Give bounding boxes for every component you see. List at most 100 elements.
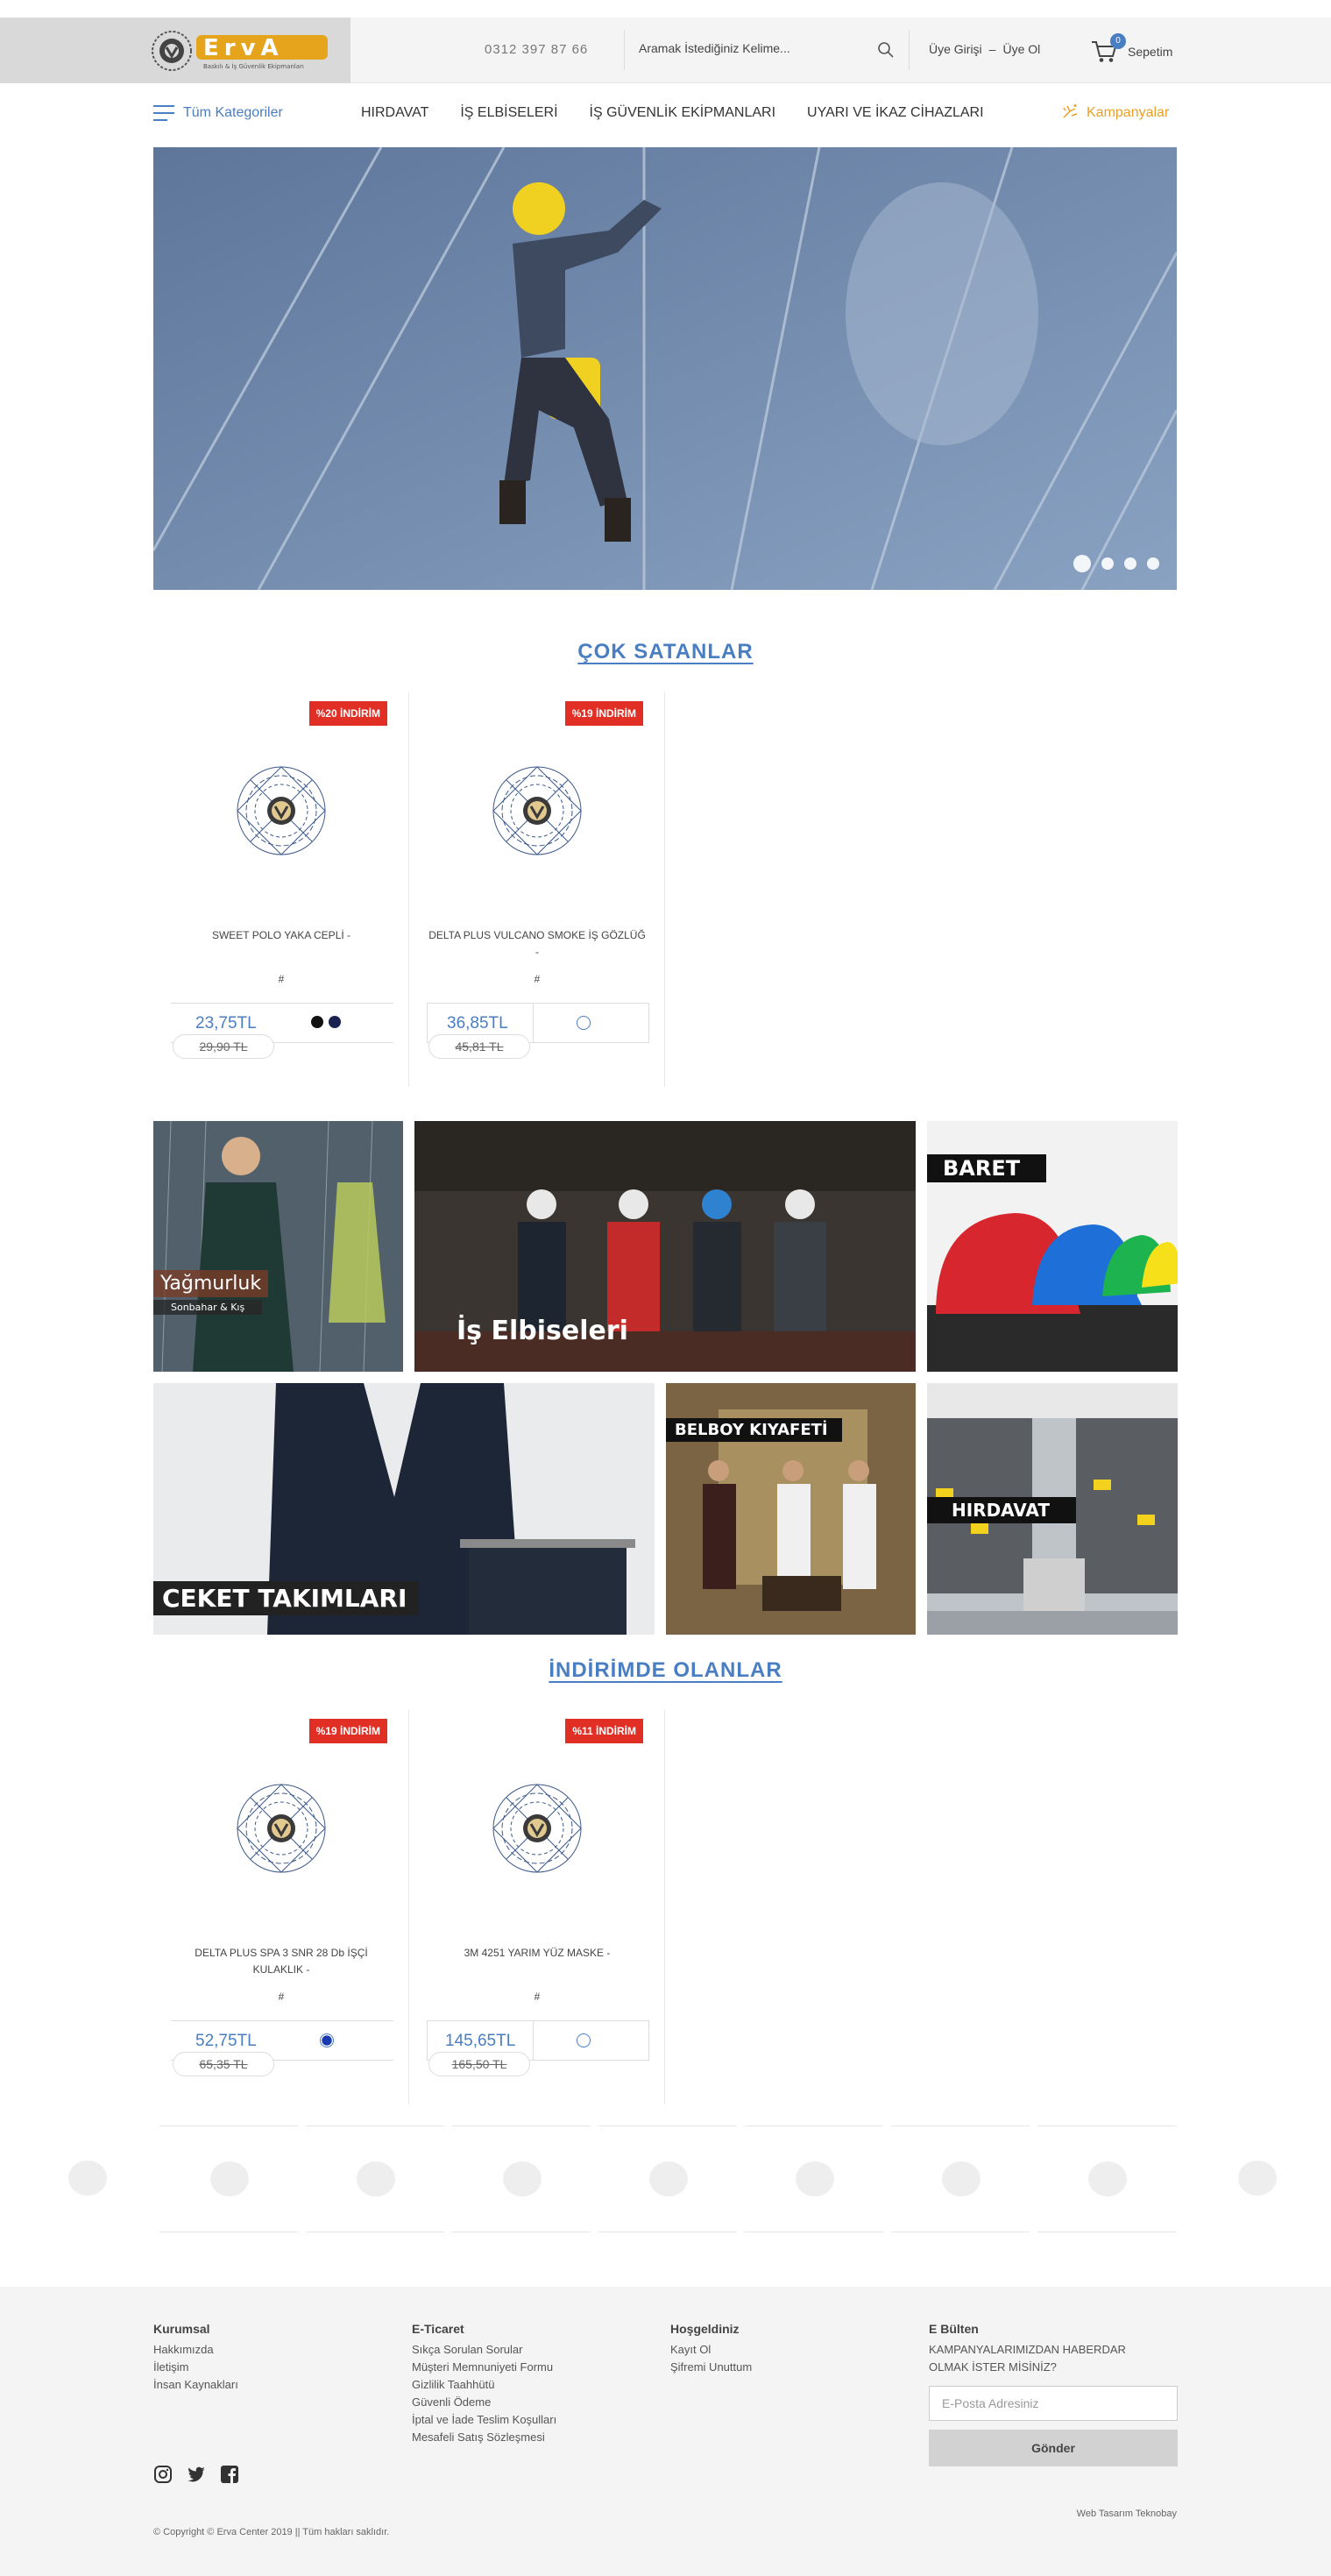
- nav-item-hirdavat[interactable]: HIRDAVAT: [361, 105, 428, 121]
- cart-count-badge: 0: [1110, 33, 1126, 49]
- banner-is-elbiseleri[interactable]: İş Elbiseleri: [414, 1121, 916, 1372]
- footer-kurumsal-title: Kurumsal: [153, 2322, 210, 2336]
- product-card[interactable]: %20 İNDİRİM SWEET POLO YAKA CEPLİ - # 23…: [153, 692, 409, 1087]
- footer-link[interactable]: İptal ve İade Teslim Koşulları: [412, 2411, 556, 2429]
- login-link[interactable]: Üye Girişi: [929, 42, 982, 56]
- footer-hosgeldiniz: Hoşgeldiniz Kayıt Ol Şifremi Unuttum: [670, 2322, 752, 2376]
- facebook-icon[interactable]: [220, 2465, 239, 2484]
- footer-link[interactable]: Güvenli Ödeme: [412, 2394, 556, 2411]
- camera-icon: [1238, 2161, 1277, 2196]
- footer-link[interactable]: Müşteri Memnuniyeti Formu: [412, 2359, 556, 2376]
- banner-belboy-label: BELBOY KIYAFETİ: [666, 1418, 842, 1442]
- footer-link[interactable]: Kayıt Ol: [670, 2341, 752, 2359]
- hero-slider[interactable]: [153, 147, 1177, 590]
- product-price: 36,85TL: [447, 1014, 508, 1033]
- page: ErvA Baskılı & İş Güvenlik Ekipmanları 0…: [0, 0, 1331, 2576]
- footer-eticaret: E-Ticaret Sıkça Sorulan Sorular Müşteri …: [412, 2322, 556, 2446]
- camera-icon: [796, 2161, 834, 2196]
- product-placeholder-image: [237, 1784, 326, 1873]
- footer-link[interactable]: Hakkımızda: [153, 2341, 238, 2359]
- brand-placeholder[interactable]: [1187, 2125, 1326, 2232]
- footer-link[interactable]: Gizlilik Taahhütü: [412, 2376, 556, 2394]
- slider-dot[interactable]: [1147, 557, 1159, 570]
- phone-number: 0312 397 87 66: [485, 42, 589, 57]
- color-swatches: [577, 2033, 591, 2047]
- camera-icon: [210, 2161, 249, 2196]
- brand-placeholder[interactable]: [452, 2125, 591, 2232]
- brand-placeholder[interactable]: [745, 2125, 883, 2232]
- twitter-icon[interactable]: [187, 2465, 206, 2484]
- bestsellers-title[interactable]: ÇOK SATANLAR: [0, 640, 1331, 664]
- discount-badge: %19 İNDİRİM: [308, 1719, 387, 1743]
- instagram-icon[interactable]: [153, 2465, 173, 2484]
- product-card[interactable]: %11 İNDİRİM 3M 4251 YARIM YÜZ MASKE - # …: [409, 1710, 665, 2104]
- footer-link[interactable]: İletişim: [153, 2359, 238, 2376]
- brand-placeholder[interactable]: [1037, 2125, 1176, 2232]
- product-name[interactable]: DELTA PLUS SPA 3 SNR 28 Db İŞÇİ KULAKLIK…: [171, 1945, 392, 1978]
- all-categories-label: Tüm Kategoriler: [183, 105, 283, 120]
- slider-dot[interactable]: [1073, 555, 1091, 572]
- discount-badge: %11 İNDİRİM: [565, 1719, 643, 1743]
- banner-belboy[interactable]: BELBOY KIYAFETİ: [666, 1383, 916, 1635]
- color-swatch[interactable]: [311, 1016, 323, 1028]
- logo-area: ErvA Baskılı & İş Güvenlik Ekipmanları: [0, 18, 350, 83]
- banner-hirdavat[interactable]: HIRDAVAT: [927, 1383, 1178, 1635]
- discount-badge: %19 İNDİRİM: [564, 701, 643, 726]
- product-name[interactable]: 3M 4251 YARIM YÜZ MASKE -: [427, 1945, 648, 1962]
- site-logo[interactable]: ErvA Baskılı & İş Güvenlik Ekipmanları: [151, 30, 330, 72]
- color-swatches: [320, 2033, 334, 2047]
- hamburger-icon: [153, 105, 174, 123]
- camera-icon: [942, 2161, 981, 2196]
- banner-yagmurluk-image: [153, 1121, 403, 1372]
- brand-placeholder[interactable]: [18, 2125, 156, 2232]
- footer-link[interactable]: Şifremi Unuttum: [670, 2359, 752, 2376]
- banner-yagmurluk[interactable]: Yağmurluk Sonbahar & Kış: [153, 1121, 403, 1372]
- nav-item-is-guvenlik[interactable]: İŞ GÜVENLİK EKİPMANLARI: [590, 105, 776, 121]
- nav-item-uyari-ikaz[interactable]: UYARI VE İKAZ CİHAZLARI: [807, 105, 984, 121]
- product-card[interactable]: %19 İNDİRİM DELTA PLUS SPA 3 SNR 28 Db İ…: [153, 1710, 409, 2104]
- brand-placeholder[interactable]: [598, 2125, 737, 2232]
- on-sale-title[interactable]: İNDİRİMDE OLANLAR: [0, 1658, 1331, 1683]
- slider-dot[interactable]: [1101, 557, 1114, 570]
- banner-ceket[interactable]: CEKET TAKIMLARI: [153, 1383, 655, 1635]
- product-price: 145,65TL: [445, 2032, 516, 2050]
- slider-dot[interactable]: [1124, 557, 1136, 570]
- product-card[interactable]: %19 İNDİRİM DELTA PLUS VULCANO SMOKE İŞ …: [409, 692, 665, 1087]
- brand-placeholder[interactable]: [159, 2125, 298, 2232]
- register-link[interactable]: Üye Ol: [1002, 42, 1040, 56]
- brand-placeholder[interactable]: [306, 2125, 444, 2232]
- search-input[interactable]: [639, 41, 858, 55]
- discount-badge: %20 İNDİRİM: [308, 701, 387, 726]
- brand-placeholder[interactable]: [891, 2125, 1030, 2232]
- cart-label: Sepetim: [1128, 45, 1173, 59]
- price-divider: [533, 1004, 534, 1042]
- banner-baret[interactable]: BARET: [927, 1121, 1178, 1372]
- newsletter-email-input[interactable]: [929, 2386, 1178, 2421]
- color-swatch[interactable]: [320, 2033, 334, 2047]
- footer-link[interactable]: Mesafeli Satış Sözleşmesi: [412, 2429, 556, 2446]
- header-bar: ErvA Baskılı & İş Güvenlik Ekipmanları 0…: [0, 18, 1331, 83]
- designer-credit[interactable]: Web Tasarım Teknobay: [1077, 2509, 1177, 2519]
- footer-link[interactable]: İnsan Kaynakları: [153, 2376, 238, 2394]
- color-swatch[interactable]: [329, 1016, 341, 1028]
- footer-eticaret-title: E-Ticaret: [412, 2322, 464, 2336]
- footer-link[interactable]: Sıkça Sorulan Sorular: [412, 2341, 556, 2359]
- search-icon[interactable]: [877, 41, 895, 59]
- cart-button[interactable]: 0 Sepetim: [1091, 33, 1187, 67]
- newsletter-submit-button[interactable]: Gönder: [929, 2430, 1178, 2466]
- banner-ceket-label: CEKET TAKIMLARI: [153, 1581, 420, 1615]
- banner-yagmurluk-sublabel: Sonbahar & Kış: [153, 1300, 263, 1315]
- price-divider: [533, 2021, 534, 2060]
- campaigns-link[interactable]: Kampanyalar: [1062, 103, 1169, 121]
- product-name[interactable]: SWEET POLO YAKA CEPLİ -: [171, 927, 392, 944]
- banner-baret-label: BARET: [927, 1154, 1047, 1182]
- old-price: 65,35 TL: [173, 2052, 274, 2076]
- product-name[interactable]: DELTA PLUS VULCANO SMOKE İŞ GÖZLÜĞ -: [427, 927, 648, 961]
- nav-item-is-elbiseleri[interactable]: İŞ ELBİSELERİ: [460, 105, 557, 121]
- camera-icon: [68, 2161, 107, 2196]
- color-swatch[interactable]: [577, 1016, 591, 1030]
- social-links: [153, 2465, 239, 2484]
- product-placeholder-image: [492, 1784, 582, 1873]
- color-swatch[interactable]: [577, 2033, 591, 2047]
- product-price: 23,75TL: [195, 1014, 257, 1033]
